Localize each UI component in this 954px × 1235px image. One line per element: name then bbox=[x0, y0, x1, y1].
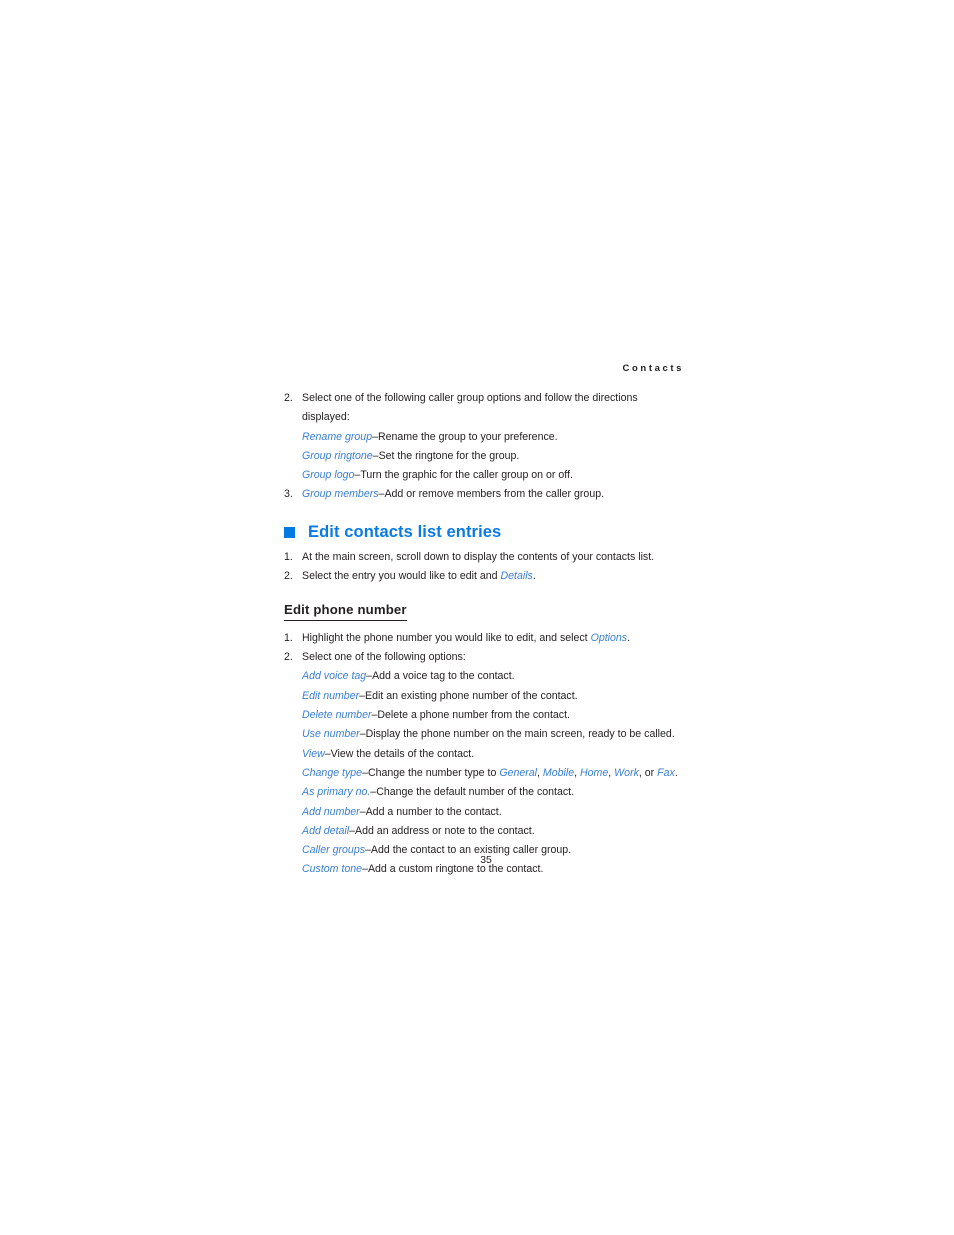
number-type-term: Fax bbox=[657, 766, 675, 779]
section-heading: Edit contacts list entries bbox=[284, 522, 688, 542]
ui-term: Add detail bbox=[302, 824, 350, 837]
ui-term: Rename group bbox=[302, 430, 373, 443]
list-item-desc: –Set the ringtone for the group. bbox=[372, 449, 520, 462]
number-type-term: Mobile bbox=[542, 766, 575, 779]
page-content: 2. Select one of the following caller gro… bbox=[284, 389, 688, 880]
list-item-number: 1. bbox=[284, 550, 293, 563]
list-item-number: 1. bbox=[284, 631, 293, 644]
list-item: Delete number–Delete a phone number from… bbox=[284, 706, 688, 725]
ui-term: View bbox=[302, 747, 325, 760]
list-item-text: Select one of the following caller group… bbox=[302, 392, 638, 424]
list-item-desc: –Add an address or note to the contact. bbox=[349, 824, 535, 837]
list-item-text: Highlight the phone number you would lik… bbox=[302, 631, 591, 644]
list-item: Add detail–Add an address or note to the… bbox=[284, 822, 688, 841]
ui-term: Options bbox=[590, 631, 628, 644]
list-item: Edit number–Edit an existing phone numbe… bbox=[284, 687, 688, 706]
list-item: Rename group–Rename the group to your pr… bbox=[284, 428, 688, 447]
list-item: Group ringtone–Set the ringtone for the … bbox=[284, 447, 688, 466]
list-item-text: Select the entry you would like to edit … bbox=[302, 570, 501, 583]
list-item-desc: –Add or remove members from the caller g… bbox=[378, 488, 605, 501]
list-item: 3. Group members–Add or remove members fr… bbox=[284, 485, 688, 504]
ui-term: Delete number bbox=[302, 709, 372, 722]
list-item: 2. Select one of the following caller gro… bbox=[284, 389, 688, 428]
running-header: Contacts bbox=[622, 363, 684, 374]
ui-term: Group members bbox=[302, 488, 379, 501]
list-item-desc: –Turn the graphic for the caller group o… bbox=[354, 469, 573, 482]
list-item-desc: –Add a number to the contact. bbox=[359, 805, 502, 818]
list-item-number: 3. bbox=[284, 488, 293, 501]
list-item-text: Select one of the following options: bbox=[302, 651, 466, 664]
ui-term: Add number bbox=[302, 805, 360, 818]
page-number: 35 bbox=[480, 855, 492, 866]
list-item-desc: –Delete a phone number from the contact. bbox=[371, 709, 570, 722]
number-type-term: Home bbox=[580, 766, 609, 779]
list-item-number: 2. bbox=[284, 651, 293, 664]
ui-term: Group ringtone bbox=[302, 449, 373, 462]
number-type-term: Work bbox=[614, 766, 639, 779]
number-type-term: General bbox=[499, 766, 538, 779]
list-item-desc: –Change the default number of the contac… bbox=[370, 786, 575, 799]
document-page: Contacts 2. Select one of the following c… bbox=[0, 0, 954, 1235]
list-item: 2. Select one of the following options: bbox=[284, 648, 688, 667]
list-item: 2. Select the entry you would like to edi… bbox=[284, 567, 688, 586]
ui-term: Details bbox=[500, 570, 533, 583]
blue-square-icon bbox=[284, 526, 295, 538]
list-item-desc: –Rename the group to your preference. bbox=[372, 430, 558, 443]
list-item: View–View the details of the contact. bbox=[284, 745, 688, 764]
list-item: Add voice tag–Add a voice tag to the con… bbox=[284, 667, 688, 686]
list-item: As primary no.–Change the default number… bbox=[284, 783, 688, 802]
list-item-desc: –Edit an existing phone number of the co… bbox=[359, 689, 578, 702]
list-item: Use number–Display the phone number on t… bbox=[284, 725, 688, 744]
list-item: Add number–Add a number to the contact. bbox=[284, 803, 688, 822]
list-item-number: 2. bbox=[284, 570, 293, 583]
list-item-desc: –Display the phone number on the main sc… bbox=[359, 728, 675, 741]
list-item-text-tail: . bbox=[532, 570, 536, 583]
ui-term: Edit number bbox=[302, 689, 360, 702]
sub-heading: Edit phone number bbox=[284, 602, 407, 621]
ui-term: Add voice tag bbox=[302, 670, 367, 683]
sub-heading-container: Edit phone number bbox=[284, 586, 688, 626]
list-item-number: 2. bbox=[284, 392, 293, 404]
list-item: 1. At the main screen, scroll down to dis… bbox=[284, 548, 688, 567]
list-item-text: At the main screen, scroll down to displ… bbox=[302, 550, 655, 563]
list-item-change-type: Change type–Change the number type to Ge… bbox=[284, 764, 688, 783]
ui-term: Use number bbox=[302, 728, 360, 741]
ui-term: As primary no. bbox=[302, 786, 371, 799]
separator: , or bbox=[638, 766, 658, 779]
list-item-desc: –Add a voice tag to the contact. bbox=[366, 670, 515, 683]
list-item-desc: –View the details of the contact. bbox=[324, 747, 475, 760]
list-item-desc: –Change the number type to bbox=[362, 766, 500, 779]
list-item: Group logo–Turn the graphic for the call… bbox=[284, 466, 688, 485]
list-item-desc-tail: . bbox=[674, 766, 678, 779]
ui-term: Change type bbox=[302, 766, 363, 779]
ui-term: Group logo bbox=[302, 469, 355, 482]
number-type-list: General, Mobile, Home, Work, or Fax bbox=[499, 767, 675, 779]
section-heading-label: Edit contacts list entries bbox=[308, 522, 502, 541]
list-item-text-tail: . bbox=[627, 631, 631, 644]
list-item: 1. Highlight the phone number you would l… bbox=[284, 629, 688, 648]
